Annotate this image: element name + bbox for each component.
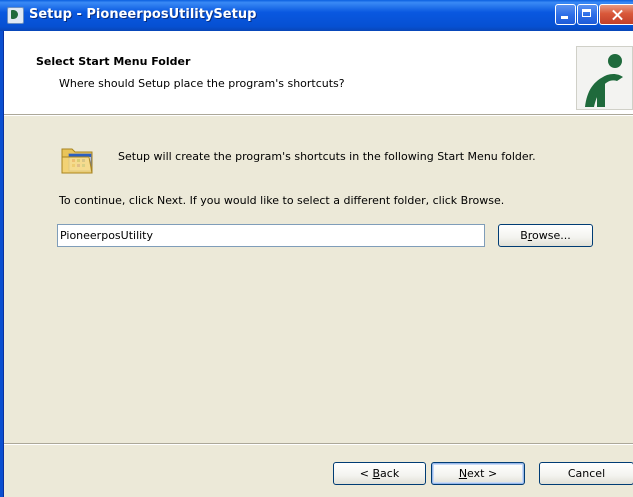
browse-button[interactable]: Browse... xyxy=(498,224,593,247)
title-bar[interactable]: Setup - PioneerposUtilitySetup xyxy=(0,0,633,31)
browse-label-start: B xyxy=(520,229,528,242)
maximize-button[interactable] xyxy=(577,4,598,25)
pioneer-logo xyxy=(576,46,633,110)
back-accel-key: B xyxy=(372,467,381,480)
app-icon xyxy=(7,7,24,24)
continue-instructions: To continue, click Next. If you would li… xyxy=(59,194,505,207)
page-subtitle: Where should Setup place the program's s… xyxy=(59,77,345,90)
page-title: Select Start Menu Folder xyxy=(36,55,191,68)
window-title: Setup - PioneerposUtilitySetup xyxy=(29,7,257,22)
bottom-separator-highlight xyxy=(4,444,633,445)
pioneer-logo-icon xyxy=(585,54,623,107)
back-label-prefix: < xyxy=(359,467,373,480)
next-button[interactable]: Next > xyxy=(431,462,525,485)
back-label-rest: ack xyxy=(380,467,400,480)
start-menu-folder-input[interactable] xyxy=(57,224,485,247)
header-separator xyxy=(4,115,633,116)
minimize-button[interactable] xyxy=(555,4,576,25)
close-button[interactable] xyxy=(599,4,633,25)
wizard-header xyxy=(4,31,633,115)
info-text: Setup will create the program's shortcut… xyxy=(118,150,536,163)
setup-window: Setup - PioneerposUtilitySetup Select St… xyxy=(0,0,633,497)
next-label-rest: ext > xyxy=(467,467,498,480)
cancel-button[interactable]: Cancel xyxy=(539,462,633,485)
back-button[interactable]: < Back xyxy=(333,462,426,485)
browse-label-end: owse... xyxy=(532,229,571,242)
start-menu-folder-icon xyxy=(59,140,99,178)
next-accel-key: N xyxy=(458,467,468,480)
